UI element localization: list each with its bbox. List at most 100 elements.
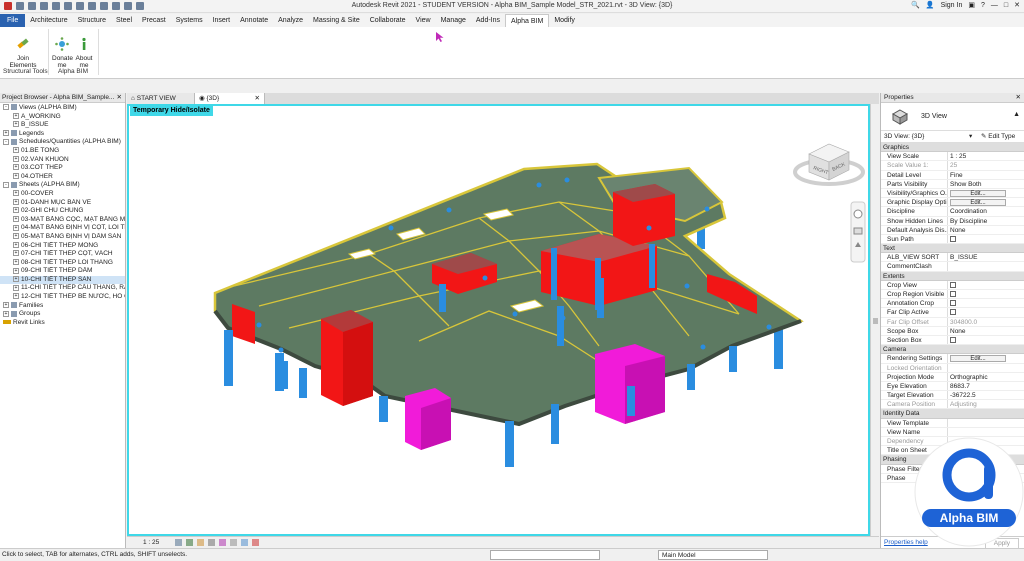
tree-item[interactable]: +11-CHI TIẾT THÉP CẦU THANG, RAM [0, 284, 125, 293]
tab-manage[interactable]: Manage [436, 14, 471, 27]
viewport-scrollbar[interactable] [870, 104, 879, 536]
zoom-icon[interactable] [853, 227, 863, 235]
edit-button[interactable]: Edit... [950, 189, 1006, 197]
property-checkbox[interactable] [950, 290, 956, 297]
edit-button[interactable]: Edit... [950, 199, 1006, 207]
tree-item[interactable]: +03.CỐT THÉP [0, 164, 125, 173]
detail-level-icon[interactable] [175, 539, 182, 546]
edit-button[interactable]: Edit... [950, 355, 1006, 363]
expand-icon[interactable]: + [13, 250, 19, 257]
expand-icon[interactable]: + [13, 155, 19, 162]
close-button[interactable]: ✕ [1014, 1, 1020, 9]
property-value[interactable] [948, 290, 1024, 298]
property-value[interactable]: Show Both [948, 180, 1024, 188]
collapse-icon[interactable]: - [3, 138, 9, 145]
sun-path-icon[interactable] [197, 539, 204, 546]
tab-alpha-bim[interactable]: Alpha BIM [505, 14, 550, 27]
expand-icon[interactable]: + [13, 233, 19, 240]
crop-icon[interactable] [230, 539, 237, 546]
tab-modify[interactable]: Modify [549, 14, 580, 27]
property-value[interactable] [948, 299, 1024, 307]
type-selector[interactable]: 3D View ▲ [881, 103, 1024, 131]
tab-precast[interactable]: Precast [137, 14, 171, 27]
tab-architecture[interactable]: Architecture [25, 14, 72, 27]
expand-icon[interactable]: + [3, 310, 9, 317]
property-value[interactable]: Orthographic [948, 373, 1024, 381]
property-group-header[interactable]: Text [881, 244, 1024, 254]
expand-icon[interactable]: + [13, 241, 19, 248]
close-icon[interactable]: ✕ [255, 93, 260, 104]
tree-item[interactable]: - Views (ALPHA BIM) [0, 104, 125, 113]
tree-item[interactable]: Revit Links [0, 319, 125, 328]
expand-icon[interactable]: + [13, 198, 19, 205]
property-value[interactable] [948, 336, 1024, 344]
expand-icon[interactable]: + [13, 112, 19, 119]
expand-icon[interactable]: + [13, 147, 19, 154]
tree-item[interactable]: +12-CHI TIẾT THÉP BỂ NƯỚC, HỐ GA [0, 293, 125, 302]
tree-item[interactable]: +09-CHI TIẾT THÉP DẦM [0, 267, 125, 276]
close-icon[interactable]: ✕ [117, 93, 122, 103]
property-value[interactable] [948, 262, 1024, 270]
expand-icon[interactable]: + [13, 190, 19, 197]
help-icon[interactable]: ? [981, 2, 985, 9]
tab-file[interactable]: File [0, 14, 26, 27]
property-checkbox[interactable] [950, 281, 956, 288]
tree-item[interactable]: + Legends [0, 130, 125, 139]
shadows-icon[interactable] [208, 539, 215, 546]
tab-view[interactable]: View [411, 14, 436, 27]
user-icon[interactable]: 👤 [926, 1, 935, 9]
3d-viewport[interactable]: RIGHT BACK [127, 104, 870, 536]
expand-icon[interactable]: + [13, 121, 19, 128]
design-option-combo[interactable]: Main Model [658, 550, 768, 560]
tree-item[interactable]: - Schedules/Quantities (ALPHA BIM) [0, 138, 125, 147]
temporary-hide-icon[interactable] [252, 539, 259, 546]
view-scale[interactable]: 1 : 25 [143, 539, 159, 546]
property-value[interactable] [948, 281, 1024, 289]
tab-analyze[interactable]: Analyze [273, 14, 308, 27]
collapse-icon[interactable]: - [3, 181, 9, 188]
property-value[interactable] [948, 419, 1024, 427]
search-icon[interactable]: 🔍 [911, 1, 920, 9]
lock-3d-icon[interactable] [241, 539, 248, 546]
property-value[interactable]: Edit... [948, 354, 1024, 363]
scroll-up-icon[interactable]: ▲ [1013, 111, 1020, 118]
property-value[interactable]: 8683.7 [948, 382, 1024, 390]
visual-style-icon[interactable] [186, 539, 193, 546]
expand-icon[interactable]: + [13, 276, 19, 283]
property-value[interactable]: Edit... [948, 189, 1024, 197]
property-value[interactable]: Edit... [948, 198, 1024, 207]
tree-item[interactable]: + A_WORKING [0, 113, 125, 122]
expand-icon[interactable]: + [13, 164, 19, 171]
tab-structure[interactable]: Structure [73, 14, 111, 27]
expand-icon[interactable]: + [13, 258, 19, 265]
tree-item[interactable]: - Sheets (ALPHA BIM) [0, 181, 125, 190]
tree-item[interactable]: +04.OTHER [0, 173, 125, 182]
tab-add-ins[interactable]: Add-Ins [471, 14, 505, 27]
tree-item[interactable]: + B_ISSUE [0, 121, 125, 130]
navigation-bar[interactable] [850, 201, 866, 263]
property-value[interactable]: Fine [948, 171, 1024, 179]
view-cube[interactable]: RIGHT BACK [793, 143, 865, 186]
tab-systems[interactable]: Systems [171, 14, 208, 27]
collapse-icon[interactable]: - [3, 104, 9, 111]
expand-icon[interactable]: + [13, 267, 19, 274]
chevron-down-icon[interactable]: ▾ [969, 131, 972, 143]
expand-icon[interactable]: + [13, 293, 19, 300]
tree-item[interactable]: + Families [0, 302, 125, 311]
expand-icon[interactable]: + [3, 301, 9, 308]
property-group-header[interactable]: Graphics [881, 143, 1024, 153]
tree-item[interactable]: +05-MẶT BẰNG ĐỊNH VỊ DẦM SÀN [0, 233, 125, 242]
property-value[interactable]: B_ISSUE [948, 253, 1024, 261]
tab-massing-site[interactable]: Massing & Site [308, 14, 365, 27]
cart-icon[interactable]: ▣ [968, 1, 975, 9]
property-group-header[interactable]: Identity Data [881, 409, 1024, 419]
property-value[interactable]: None [948, 327, 1024, 335]
tree-item[interactable]: +07-CHI TIẾT THÉP CỘT, VÁCH [0, 250, 125, 259]
property-group-header[interactable]: Extents [881, 271, 1024, 281]
tree-item[interactable]: +04-MẶT BẰNG ĐỊNH VỊ CỘT, LÕI TH [0, 224, 125, 233]
instance-selector[interactable]: 3D View: {3D} ▾ ✎ Edit Type [881, 131, 1024, 143]
tree-item[interactable]: + Groups [0, 310, 125, 319]
property-checkbox[interactable] [950, 235, 956, 242]
property-group-header[interactable]: Camera [881, 345, 1024, 355]
property-checkbox[interactable] [950, 309, 956, 316]
